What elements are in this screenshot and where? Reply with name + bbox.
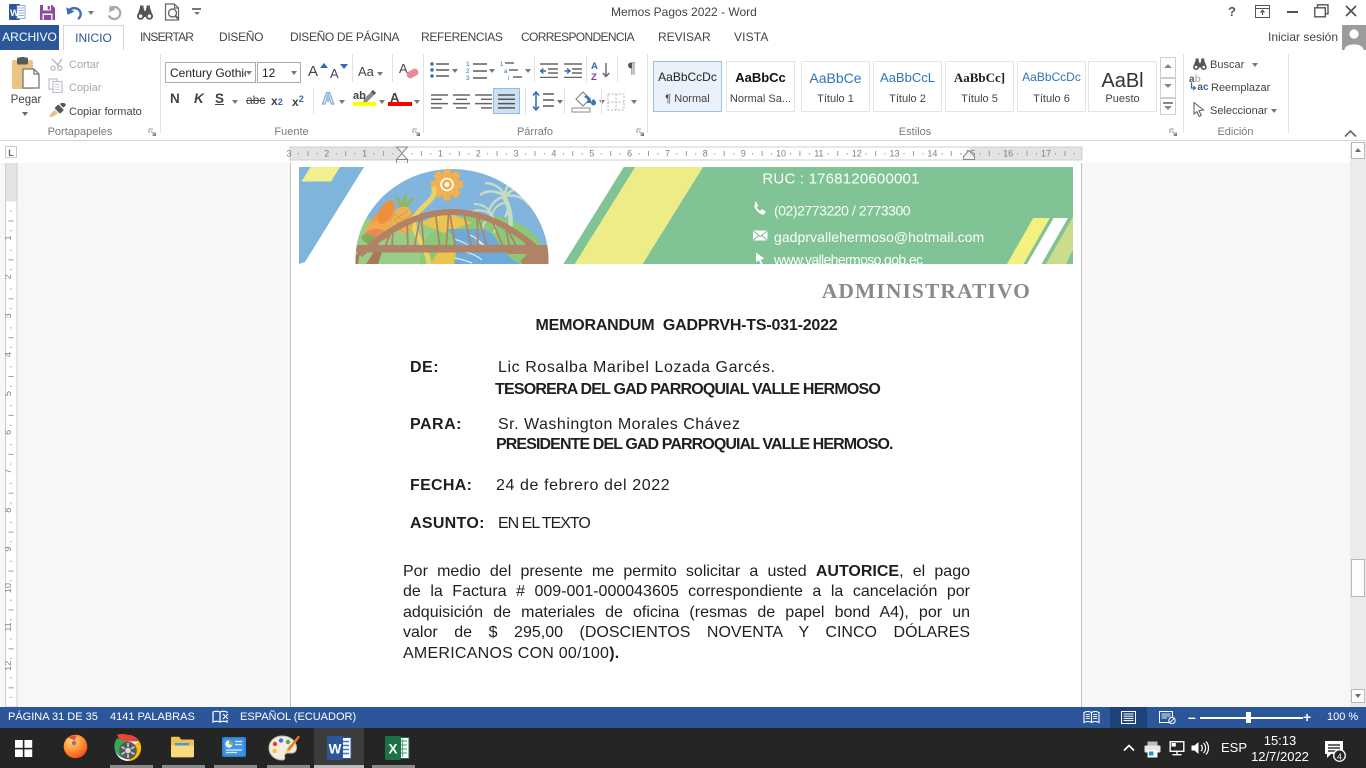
svg-text:W: W <box>10 8 19 19</box>
svg-text:1: 1 <box>5 235 13 240</box>
svg-text:www.vallehermoso.gob.ec: www.vallehermoso.gob.ec <box>773 252 923 265</box>
svg-text:2: 2 <box>466 68 470 75</box>
svg-text:5: 5 <box>589 149 594 159</box>
svg-text:12: 12 <box>5 661 13 671</box>
svg-text:8: 8 <box>703 149 708 159</box>
svg-text:11: 11 <box>5 622 13 631</box>
svg-text:1: 1 <box>362 149 367 159</box>
svg-text:6: 6 <box>5 430 13 435</box>
svg-text:2: 2 <box>5 274 13 279</box>
svg-text:4: 4 <box>5 352 13 357</box>
svg-text:7: 7 <box>5 469 13 474</box>
svg-text:9: 9 <box>5 547 13 552</box>
svg-text:12: 12 <box>852 149 862 159</box>
svg-text:16: 16 <box>1003 149 1013 159</box>
svg-text:17: 17 <box>1041 149 1051 159</box>
svg-text:gadprvallehermoso@hotmail.com: gadprvallehermoso@hotmail.com <box>774 229 984 245</box>
svg-text:6: 6 <box>627 149 632 159</box>
svg-text:9: 9 <box>741 149 746 159</box>
svg-text:10: 10 <box>5 583 13 593</box>
svg-text:3: 3 <box>5 313 13 318</box>
svg-text:1: 1 <box>438 149 443 159</box>
svg-text:13: 13 <box>889 149 899 159</box>
svg-text:3: 3 <box>513 149 518 159</box>
svg-text:(02)2773220 / 2773300: (02)2773220 / 2773300 <box>774 203 911 219</box>
svg-text:8: 8 <box>5 508 13 513</box>
svg-text:7: 7 <box>665 149 670 159</box>
svg-text:X: X <box>388 742 397 757</box>
svg-text:1: 1 <box>466 61 470 68</box>
svg-text:i: i <box>508 76 509 80</box>
svg-text:5: 5 <box>5 391 13 396</box>
svg-text:1: 1 <box>500 62 504 68</box>
svg-text:10: 10 <box>776 149 786 159</box>
svg-text:RUC : 1768120600001: RUC : 1768120600001 <box>762 171 919 188</box>
svg-text:3: 3 <box>286 149 291 159</box>
svg-text:3: 3 <box>466 75 470 80</box>
svg-text:2: 2 <box>324 149 329 159</box>
svg-text:4: 4 <box>1337 752 1342 762</box>
svg-text:2: 2 <box>476 149 481 159</box>
svg-text:W: W <box>329 742 342 757</box>
svg-text:14: 14 <box>927 149 937 159</box>
svg-text:11: 11 <box>814 149 823 159</box>
svg-text:4: 4 <box>551 149 556 159</box>
svg-text:a: a <box>504 69 508 75</box>
